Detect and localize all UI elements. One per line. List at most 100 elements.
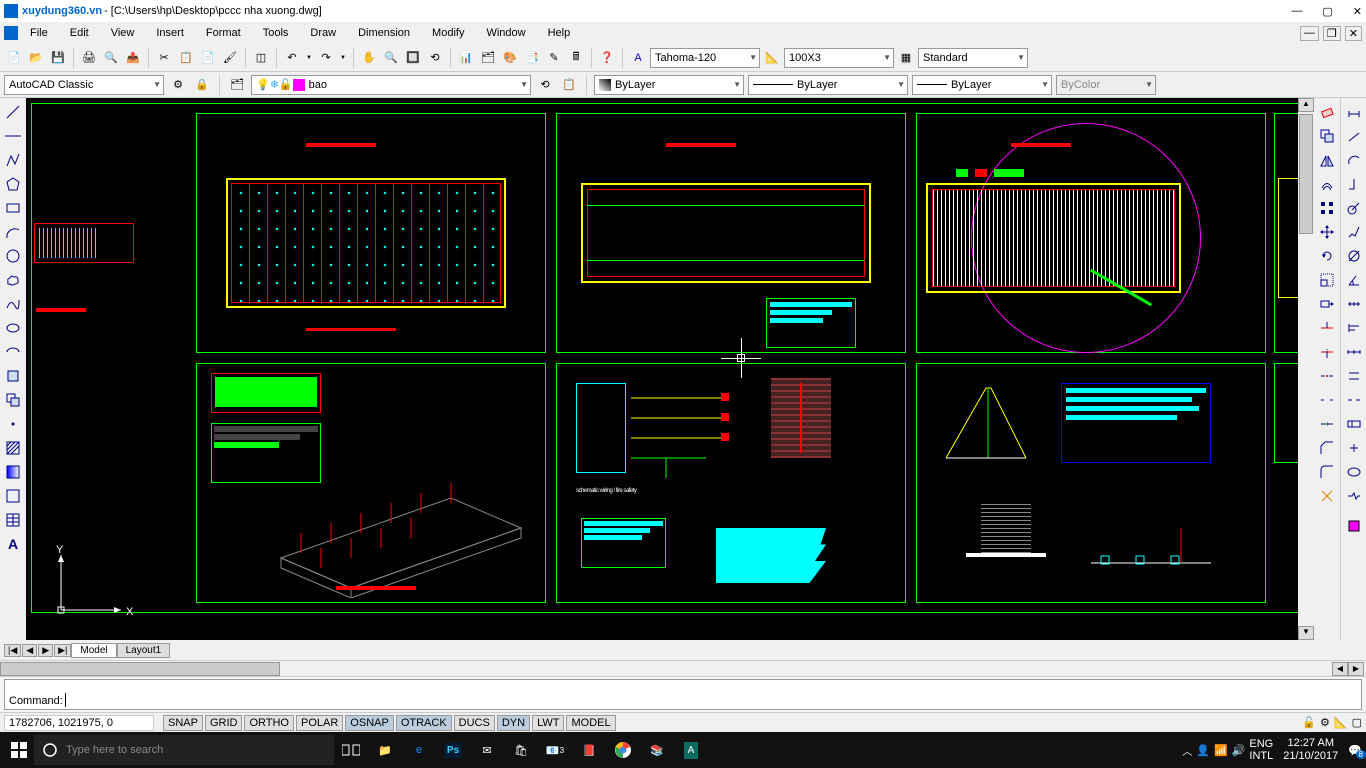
menu-file[interactable]: File bbox=[20, 25, 58, 41]
rectangle-icon[interactable] bbox=[2, 197, 24, 219]
polar-toggle[interactable]: POLAR bbox=[296, 715, 343, 731]
xline-icon[interactable] bbox=[2, 125, 24, 147]
mdi-close[interactable]: ✕ bbox=[1345, 26, 1362, 41]
ortho-toggle[interactable]: ORTHO bbox=[244, 715, 294, 731]
quick-dim-icon[interactable] bbox=[1343, 293, 1365, 315]
props-icon[interactable]: 📊 bbox=[456, 48, 476, 68]
copy-icon[interactable]: 📋 bbox=[176, 48, 196, 68]
menu-dimension[interactable]: Dimension bbox=[348, 25, 420, 41]
tab-last[interactable]: ▶| bbox=[54, 644, 71, 657]
mtext-icon[interactable]: A bbox=[2, 533, 24, 555]
dim-linear-icon[interactable] bbox=[1343, 101, 1365, 123]
help-icon[interactable]: ❓ bbox=[597, 48, 617, 68]
people-icon[interactable]: 👤 bbox=[1196, 744, 1210, 757]
undo-icon[interactable]: ↶ bbox=[282, 48, 302, 68]
lwt-toggle[interactable]: LWT bbox=[532, 715, 564, 731]
spline-icon[interactable] bbox=[2, 293, 24, 315]
copy-obj-icon[interactable] bbox=[1316, 125, 1338, 147]
cut-icon[interactable]: ✂ bbox=[154, 48, 174, 68]
edge-icon[interactable]: e bbox=[402, 735, 436, 765]
start-button[interactable] bbox=[4, 735, 34, 765]
mirror-icon[interactable] bbox=[1316, 149, 1338, 171]
bylayer-icon[interactable] bbox=[1343, 515, 1365, 537]
snap-toggle[interactable]: SNAP bbox=[163, 715, 203, 731]
minimize-button[interactable]: — bbox=[1291, 5, 1302, 18]
ws-settings-icon[interactable]: ⚙ bbox=[168, 75, 188, 95]
publish-icon[interactable]: 📤 bbox=[123, 48, 143, 68]
dim-jogged-icon[interactable] bbox=[1343, 221, 1365, 243]
ssm-icon[interactable]: 📑 bbox=[522, 48, 542, 68]
offset-icon[interactable] bbox=[1316, 173, 1338, 195]
dc-icon[interactable]: 🗂 bbox=[478, 48, 498, 68]
reader-icon[interactable]: 📕 bbox=[572, 735, 606, 765]
network-icon[interactable]: 📶 bbox=[1214, 744, 1228, 757]
table-icon[interactable] bbox=[2, 509, 24, 531]
ellipse-icon[interactable] bbox=[2, 317, 24, 339]
hatch-icon[interactable] bbox=[2, 437, 24, 459]
explode-icon[interactable] bbox=[1316, 485, 1338, 507]
clean-screen-icon[interactable]: ▢ bbox=[1352, 716, 1362, 729]
grid-toggle[interactable]: GRID bbox=[205, 715, 243, 731]
redo-dd-icon[interactable]: ▼ bbox=[338, 48, 348, 68]
menu-edit[interactable]: Edit bbox=[60, 25, 99, 41]
extend-icon[interactable] bbox=[1316, 341, 1338, 363]
clock[interactable]: 12:27 AM 21/10/2017 bbox=[1277, 737, 1344, 763]
task-view-icon[interactable] bbox=[334, 735, 368, 765]
layer-manager-icon[interactable]: 🗂 bbox=[227, 75, 247, 95]
otrack-toggle[interactable]: OTRACK bbox=[396, 715, 452, 731]
search-box[interactable]: Type here to search bbox=[34, 735, 334, 765]
layer-prev-icon[interactable]: ⟲ bbox=[535, 75, 555, 95]
zoom-rt-icon[interactable]: 🔍 bbox=[381, 48, 401, 68]
dim-diameter-icon[interactable] bbox=[1343, 245, 1365, 267]
save-icon[interactable]: 💾 bbox=[48, 48, 68, 68]
center-mark-icon[interactable] bbox=[1343, 437, 1365, 459]
maximize-button[interactable]: ▢ bbox=[1322, 5, 1332, 18]
menu-tools[interactable]: Tools bbox=[253, 25, 299, 41]
mdi-restore[interactable]: ❐ bbox=[1323, 26, 1341, 41]
dim-continue-icon[interactable] bbox=[1343, 341, 1365, 363]
erase-icon[interactable] bbox=[1316, 101, 1338, 123]
menu-view[interactable]: View bbox=[101, 25, 145, 41]
menu-modify[interactable]: Modify bbox=[422, 25, 474, 41]
dimstyle-icon[interactable]: 📐 bbox=[762, 48, 782, 68]
annotation-vis-icon[interactable]: ⚙ bbox=[1320, 716, 1330, 729]
vscroll[interactable]: ▲ ▼ bbox=[1298, 98, 1314, 640]
ws-switch-icon[interactable]: 📐 bbox=[1334, 716, 1348, 729]
tab-layout1[interactable]: Layout1 bbox=[117, 643, 171, 658]
quickcalc-icon[interactable]: 🖩 bbox=[566, 48, 586, 68]
stretch-icon[interactable] bbox=[1316, 293, 1338, 315]
match-icon[interactable]: 🖌 bbox=[220, 48, 240, 68]
undo-dd-icon[interactable]: ▼ bbox=[304, 48, 314, 68]
dim-jogline-icon[interactable] bbox=[1343, 485, 1365, 507]
dim-baseline-icon[interactable] bbox=[1343, 317, 1365, 339]
layer-state-icon[interactable]: 📋 bbox=[559, 75, 579, 95]
workspace-combo[interactable]: AutoCAD Classic ▼ bbox=[4, 75, 164, 95]
lang-indicator[interactable]: ENG INTL bbox=[1249, 738, 1273, 762]
menu-help[interactable]: Help bbox=[538, 25, 581, 41]
trim-icon[interactable] bbox=[1316, 317, 1338, 339]
point-icon[interactable] bbox=[2, 413, 24, 435]
pan-icon[interactable]: ✋ bbox=[359, 48, 379, 68]
rotate-icon[interactable] bbox=[1316, 245, 1338, 267]
linetype-combo[interactable]: ByLayer ▼ bbox=[748, 75, 908, 95]
menu-insert[interactable]: Insert bbox=[146, 25, 194, 41]
open-icon[interactable]: 📂 bbox=[26, 48, 46, 68]
text-style-combo[interactable]: Tahoma-120 ▼ bbox=[650, 48, 760, 68]
hscroll-thumb[interactable] bbox=[0, 662, 280, 676]
annotation-scale-icon[interactable]: 🔓 bbox=[1302, 716, 1316, 729]
ws-lock-icon[interactable]: 🔒 bbox=[192, 75, 212, 95]
gradient-icon[interactable] bbox=[2, 461, 24, 483]
array-icon[interactable] bbox=[1316, 197, 1338, 219]
plotstyle-combo[interactable]: ByColor ▼ bbox=[1056, 75, 1156, 95]
dim-aligned-icon[interactable] bbox=[1343, 125, 1365, 147]
color-combo[interactable]: ByLayer ▼ bbox=[594, 75, 744, 95]
make-block-icon[interactable] bbox=[2, 389, 24, 411]
chrome-icon[interactable] bbox=[606, 735, 640, 765]
move-icon[interactable] bbox=[1316, 221, 1338, 243]
tablestyle-icon[interactable]: ▦ bbox=[896, 48, 916, 68]
close-button[interactable]: ✕ bbox=[1353, 5, 1362, 18]
photoshop-icon[interactable]: Ps bbox=[436, 735, 470, 765]
tab-model[interactable]: Model bbox=[71, 643, 116, 658]
tool-pal-icon[interactable]: 🎨 bbox=[500, 48, 520, 68]
dyn-toggle[interactable]: DYN bbox=[497, 715, 530, 731]
